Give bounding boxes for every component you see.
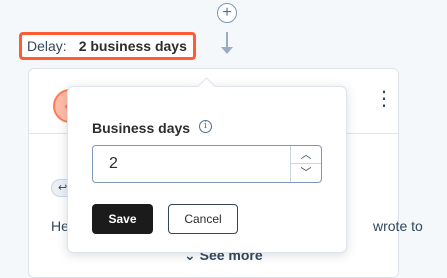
add-step-button[interactable]: + <box>217 3 237 23</box>
number-stepper: ︿ ﹀ <box>290 146 321 182</box>
chevron-up-icon[interactable]: ︿ <box>291 146 321 164</box>
business-days-label: Business days <box>92 120 191 136</box>
business-days-input[interactable]: 2 ︿ ﹀ <box>92 145 322 183</box>
business-days-value: 2 <box>109 155 118 172</box>
delay-value: 2 business days <box>78 38 187 54</box>
arrow-down-icon <box>221 47 233 54</box>
info-icon[interactable]: i <box>199 120 212 133</box>
save-button[interactable]: Save <box>92 204 153 234</box>
more-options-icon[interactable]: ⋮ <box>374 89 394 119</box>
delay-label: Delay: <box>27 38 67 54</box>
delay-pill[interactable]: Delay: 2 business days <box>19 32 196 60</box>
plus-circle-icon: + <box>222 4 232 21</box>
cancel-button[interactable]: Cancel <box>168 204 238 234</box>
delay-popover: Business days i 2 ︿ ﹀ Save Cancel <box>67 77 347 253</box>
card-body-text-end: wrote to <box>373 218 423 234</box>
chevron-down-icon[interactable]: ﹀ <box>291 164 321 182</box>
